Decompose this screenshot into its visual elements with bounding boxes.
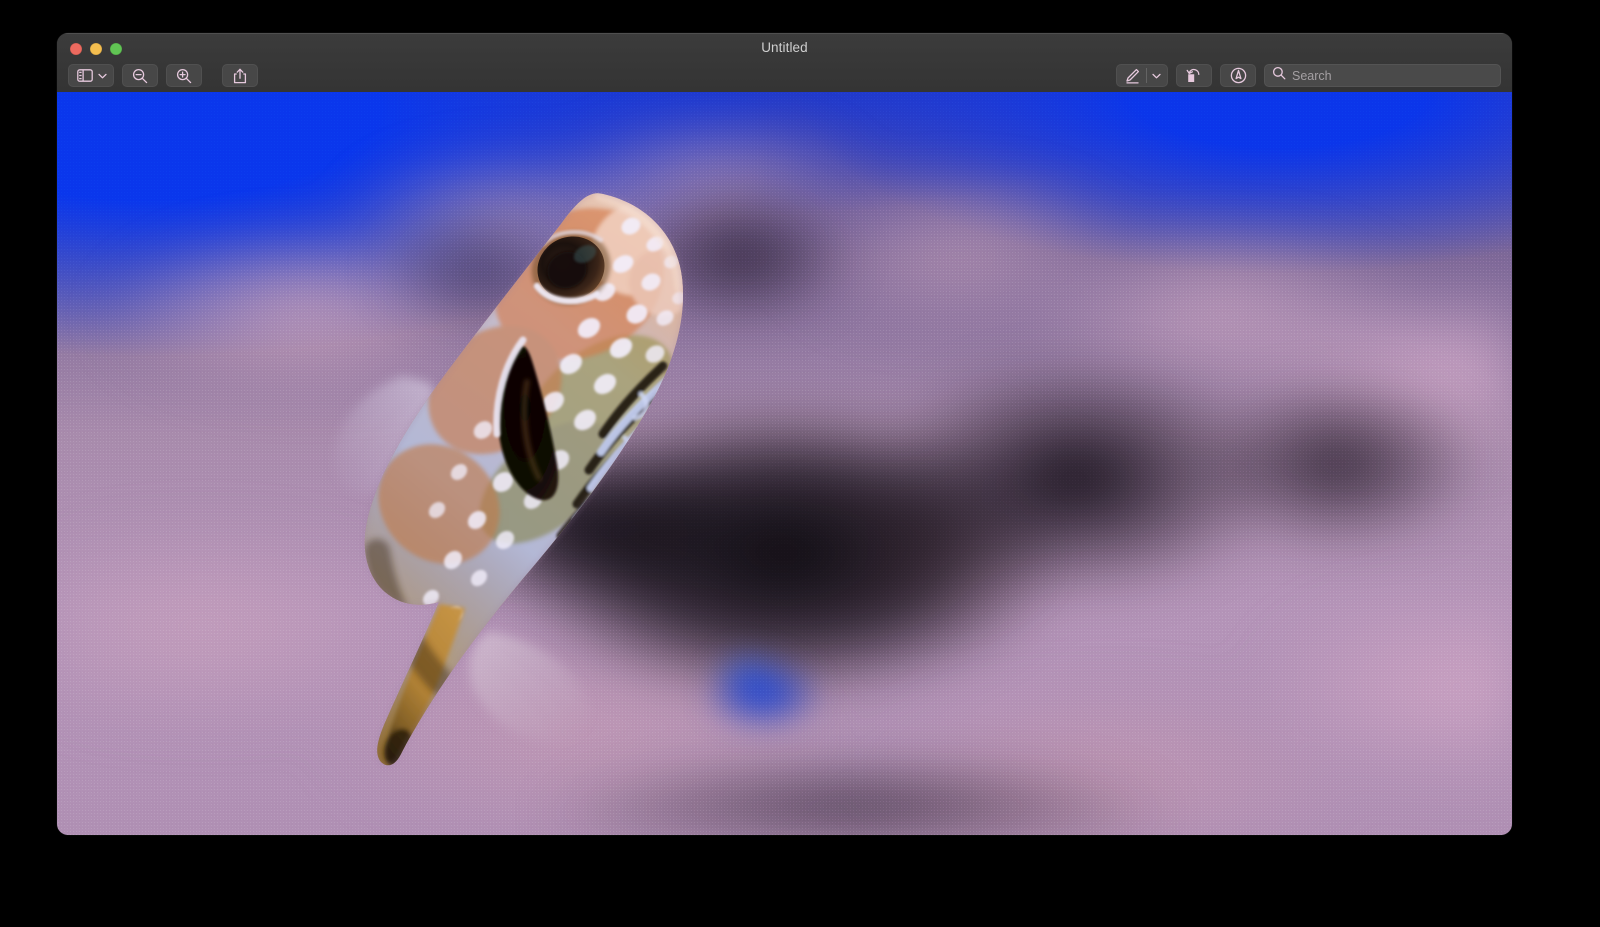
toolbar-right-group: Search: [1116, 64, 1502, 87]
pufferfish-subject: [227, 152, 787, 772]
zoom-in-button[interactable]: [166, 64, 202, 87]
sidebar-icon: [77, 69, 93, 82]
anal-fin: [470, 632, 589, 742]
zoom-out-button[interactable]: [122, 64, 158, 87]
search-field[interactable]: Search: [1264, 64, 1501, 87]
magnifier-minus-icon: [132, 68, 148, 84]
markup-pen-button[interactable]: [1116, 64, 1169, 87]
share-icon: [233, 68, 247, 84]
preview-window: Untitled: [57, 33, 1512, 835]
image-canvas[interactable]: [57, 92, 1512, 835]
share-button[interactable]: [222, 64, 258, 87]
rotate-button[interactable]: [1176, 64, 1212, 87]
annotate-button[interactable]: [1220, 64, 1256, 87]
magnifier-plus-icon: [176, 68, 192, 84]
button-divider: [1146, 68, 1147, 83]
pen-icon: [1125, 68, 1140, 84]
sidebar-toggle-button[interactable]: [68, 64, 114, 87]
chevron-down-icon: [98, 73, 107, 79]
toolbar: Search: [57, 59, 1512, 92]
toolbar-left-group: [68, 64, 258, 87]
window-title: Untitled: [57, 40, 1512, 55]
title-bar[interactable]: Untitled: [57, 33, 1512, 92]
chevron-down-icon: [1152, 73, 1161, 79]
search-icon: [1272, 66, 1286, 85]
rotate-icon: [1186, 68, 1203, 84]
caudal-peduncle: [379, 604, 465, 772]
screen: Untitled: [0, 0, 1600, 927]
search-placeholder: Search: [1292, 69, 1332, 83]
annotate-circle-icon: [1230, 67, 1247, 84]
